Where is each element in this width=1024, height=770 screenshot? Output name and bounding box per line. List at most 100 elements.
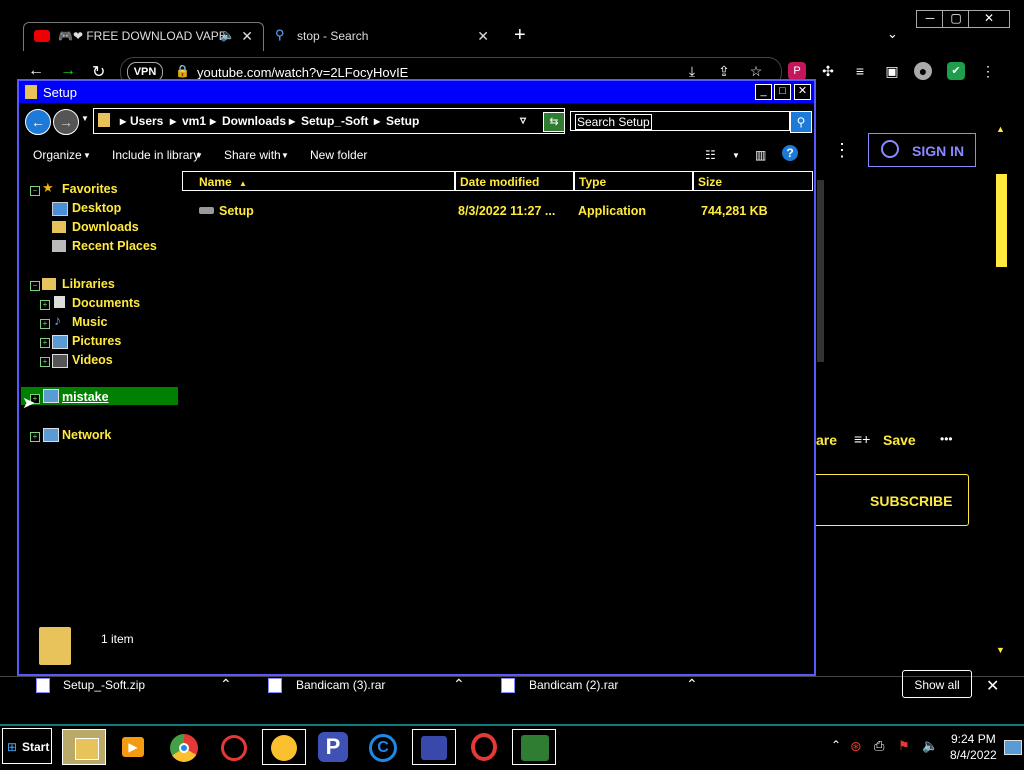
download-item-bandicam-3[interactable]: Bandicam (3).rar	[296, 678, 385, 692]
preview-pane-icon[interactable]: ▥	[755, 148, 766, 162]
chrome-taskbar-button[interactable]	[162, 729, 206, 765]
share-button[interactable]: are	[816, 432, 837, 448]
column-header-name[interactable]: Name ▲	[182, 171, 455, 191]
clock-time[interactable]: 9:24 PM	[951, 732, 996, 746]
breadcrumb-setup[interactable]: Setup	[386, 114, 419, 128]
extensions-puzzle-icon[interactable]: ✣	[819, 62, 837, 80]
network-tray-icon[interactable]: ⎙	[874, 738, 884, 754]
expand-icon[interactable]: +	[30, 432, 40, 442]
media-queue-icon[interactable]: ≡	[851, 62, 869, 80]
breadcrumb-setup-soft[interactable]: Setup_-Soft	[301, 114, 368, 128]
back-icon[interactable]: ←	[25, 109, 51, 135]
file-name[interactable]: Setup	[219, 204, 254, 218]
vpn-taskbar-button[interactable]	[262, 729, 306, 765]
forward-icon[interactable]: →	[60, 62, 76, 80]
organize-menu[interactable]: Organize	[33, 148, 82, 162]
scroll-down-arrow-icon[interactable]: ▼	[996, 645, 1005, 655]
file-explorer-taskbar-button[interactable]	[62, 729, 106, 765]
scroll-up-arrow-icon[interactable]: ▲	[996, 124, 1005, 134]
maximize-button[interactable]: ▢	[942, 10, 970, 28]
download-item-bandicam-2[interactable]: Bandicam (2).rar	[529, 678, 618, 692]
close-tab-icon[interactable]: ✕	[477, 28, 489, 45]
chevron-down-icon[interactable]: ▼	[195, 151, 203, 160]
nav-libraries[interactable]: Libraries	[62, 277, 115, 291]
subscribe-button[interactable]: SUBSCRIBE	[805, 474, 969, 526]
back-icon[interactable]: ←	[28, 62, 44, 80]
p-app-taskbar-button[interactable]: P	[312, 729, 356, 765]
tab-youtube[interactable]: 🎮❤ FREE DOWNLOAD VAPE 🔈 ✕	[23, 22, 264, 51]
breadcrumb-separator-icon[interactable]: ▸	[170, 114, 176, 128]
inner-scrollbar[interactable]	[817, 180, 824, 362]
save-button[interactable]: Save	[883, 432, 916, 448]
youtube-more-icon[interactable]: ⋮	[833, 140, 851, 161]
address-bar[interactable]: ▸ Users ▸ vm1 ▸ Downloads ▸ Setup_-Soft …	[93, 108, 565, 134]
explorer-title-bar[interactable]: Setup _ □ ✕	[19, 81, 814, 103]
chevron-down-icon[interactable]: ▼	[83, 151, 91, 160]
close-downloads-bar-button[interactable]: ✕	[986, 676, 999, 696]
breadcrumb-vm1[interactable]: vm1	[182, 114, 206, 128]
ccleaner-taskbar-button[interactable]: C	[362, 729, 406, 765]
nav-pictures[interactable]: Pictures	[72, 334, 121, 348]
show-desktop-icon[interactable]	[1004, 740, 1022, 755]
chevron-down-icon[interactable]: ▼	[732, 151, 740, 160]
nav-documents[interactable]: Documents	[72, 296, 140, 310]
search-input[interactable]: Search Setup	[570, 111, 790, 131]
expand-icon[interactable]: +	[40, 319, 50, 329]
breadcrumb-separator-icon[interactable]: ▸	[120, 114, 126, 128]
close-window-button[interactable]: ✕	[968, 10, 1010, 28]
chevron-up-icon[interactable]: ⌃	[686, 676, 698, 693]
media-player-taskbar-button[interactable]: ▶	[112, 729, 156, 765]
refresh-icon[interactable]: ⇆	[543, 112, 565, 132]
breadcrumb-separator-icon[interactable]: ▸	[210, 114, 216, 128]
volume-icon[interactable]: 🔈	[922, 738, 938, 754]
installer-taskbar-button[interactable]	[512, 729, 556, 765]
nav-desktop[interactable]: Desktop	[72, 201, 121, 215]
extension-p-icon[interactable]: P	[788, 62, 806, 80]
help-icon[interactable]: ?	[782, 145, 798, 161]
minimize-button[interactable]: ─	[916, 10, 944, 28]
tab-search-dropdown-icon[interactable]: ⌄	[887, 26, 898, 42]
column-header-type[interactable]: Type	[574, 171, 693, 191]
explorer-minimize-button[interactable]: _	[755, 84, 772, 100]
explorer-close-button[interactable]: ✕	[794, 84, 811, 100]
nav-videos[interactable]: Videos	[72, 353, 113, 367]
explorer-maximize-button[interactable]: □	[774, 84, 791, 100]
share-icon[interactable]: ⇪	[715, 62, 733, 80]
collapse-favorites-icon[interactable]: −	[30, 186, 40, 196]
recent-locations-icon[interactable]: ▼	[81, 114, 89, 123]
tab-search[interactable]: ⚲ stop - Search ✕	[264, 22, 500, 51]
chrome-menu-icon[interactable]: ⋮	[979, 62, 997, 80]
forward-icon[interactable]: →	[53, 109, 79, 135]
clock-date[interactable]: 8/4/2022	[950, 748, 997, 762]
lock-icon[interactable]: 🔒	[175, 64, 190, 78]
tray-app-icon[interactable]: ⊛	[850, 738, 862, 755]
red-app-taskbar-button[interactable]	[212, 729, 256, 765]
chevron-down-icon[interactable]: ▼	[281, 151, 289, 160]
address-dropdown-icon[interactable]: ▿	[520, 113, 526, 127]
start-button[interactable]: ⊞ Start	[2, 728, 52, 764]
bookmark-star-icon[interactable]: ☆	[747, 62, 765, 80]
shield-extension-icon[interactable]: ✔	[947, 62, 965, 80]
include-in-library-menu[interactable]: Include in library	[112, 148, 199, 162]
nav-favorites[interactable]: Favorites	[62, 182, 118, 196]
expand-icon[interactable]: +	[40, 300, 50, 310]
nav-recent-places[interactable]: Recent Places	[72, 239, 157, 253]
close-tab-icon[interactable]: ✕	[241, 28, 253, 45]
show-all-downloads-button[interactable]: Show all	[902, 670, 972, 698]
nav-music[interactable]: Music	[72, 315, 107, 329]
search-icon[interactable]: ⚲	[790, 111, 812, 133]
download-icon[interactable]: ⤓	[683, 62, 701, 80]
expand-icon[interactable]: +	[40, 338, 50, 348]
profile-avatar-icon[interactable]: ●	[914, 62, 932, 80]
nav-network[interactable]: Network	[62, 428, 111, 442]
nav-downloads[interactable]: Downloads	[72, 220, 139, 234]
show-hidden-icons-icon[interactable]: ⌃	[831, 738, 841, 752]
column-header-size[interactable]: Size	[693, 171, 813, 191]
breadcrumb-separator-icon[interactable]: ▸	[374, 114, 380, 128]
opera-taskbar-button[interactable]	[462, 729, 506, 765]
breadcrumb-downloads[interactable]: Downloads	[222, 114, 286, 128]
save-playlist-icon[interactable]: ≡+	[854, 431, 870, 447]
url-text[interactable]: youtube.com/watch?v=2LFocyHovIE	[197, 65, 408, 80]
backup-app-taskbar-button[interactable]	[412, 729, 456, 765]
chevron-up-icon[interactable]: ⌃	[220, 676, 232, 693]
